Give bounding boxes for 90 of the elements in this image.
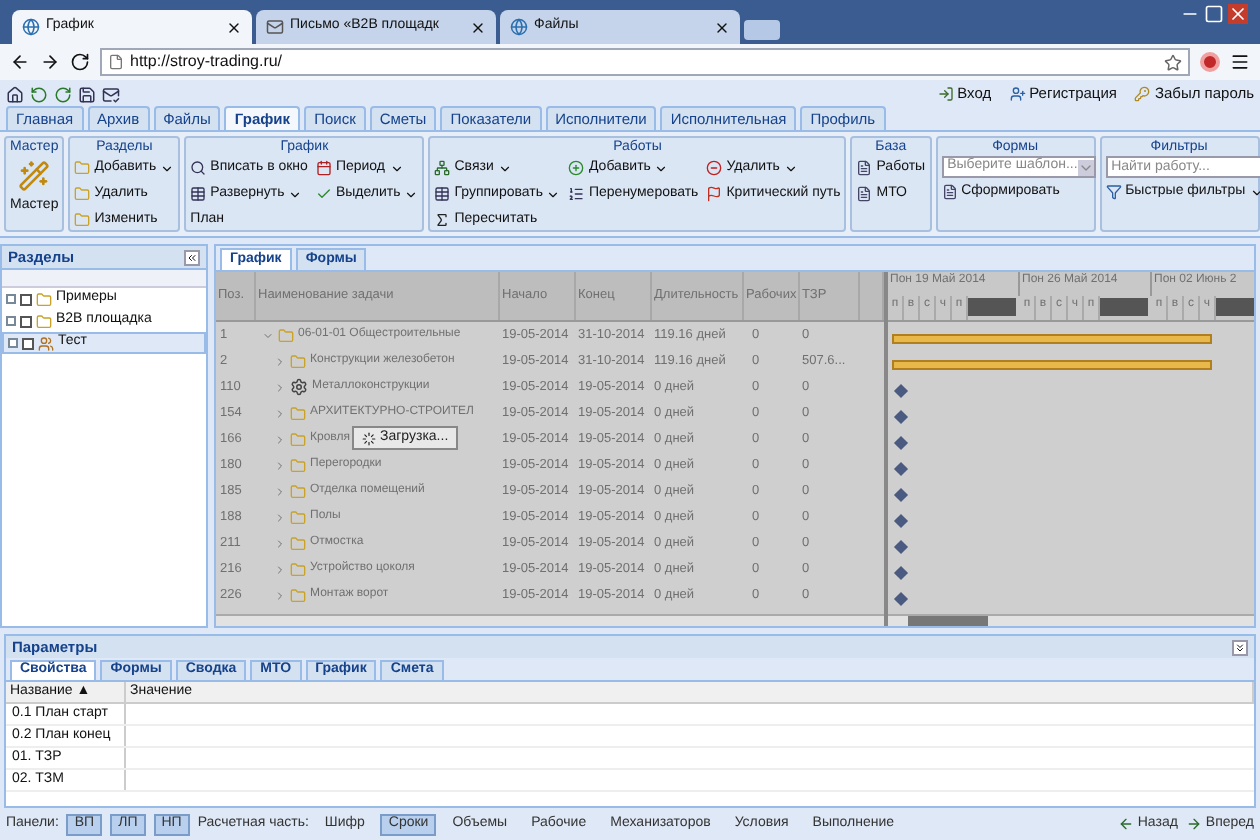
- refresh-icon[interactable]: [30, 85, 48, 103]
- folder-icon: [290, 483, 306, 499]
- search-icon: [190, 160, 207, 176]
- caret-icon: [1077, 159, 1094, 175]
- weekend-block: [1216, 297, 1254, 316]
- weekend-block: [968, 297, 1016, 316]
- document-icon: [856, 160, 873, 176]
- back-icon[interactable]: [10, 52, 30, 72]
- caret-icon: [497, 161, 512, 175]
- forward-icon[interactable]: [40, 52, 60, 72]
- filter-icon: [1105, 184, 1122, 200]
- checkbox[interactable]: [20, 293, 32, 305]
- milestone-icon[interactable]: [893, 591, 909, 607]
- redo-icon[interactable]: [54, 85, 72, 103]
- milestone-icon[interactable]: [893, 435, 909, 451]
- milestone-icon[interactable]: [893, 383, 909, 399]
- milestone-icon[interactable]: [893, 513, 909, 529]
- back-arrow-icon: [1117, 816, 1134, 832]
- flag-icon: [706, 186, 723, 202]
- checkbox[interactable]: [20, 315, 32, 327]
- milestone-icon[interactable]: [893, 487, 909, 503]
- folder-icon: [290, 509, 306, 525]
- folder-icon: [290, 457, 306, 473]
- milestone-icon[interactable]: [893, 565, 909, 581]
- caret-icon: [783, 161, 798, 175]
- folder-icon: [36, 313, 52, 329]
- folder-icon: [290, 353, 306, 369]
- users-icon: [38, 335, 54, 351]
- add-icon: [568, 160, 585, 176]
- folder-icon: [74, 160, 91, 176]
- folder-icon: [290, 535, 306, 551]
- spinner-icon: [362, 431, 376, 445]
- folder-icon: [36, 291, 52, 307]
- gear-icon: [290, 378, 308, 396]
- menu-icon[interactable]: [1230, 52, 1250, 72]
- weekend-block: [1100, 297, 1148, 316]
- bookmark-star-icon[interactable]: [1164, 53, 1182, 71]
- close-icon[interactable]: [714, 19, 730, 35]
- maximize-icon[interactable]: [1204, 4, 1224, 24]
- folder-icon: [278, 327, 294, 343]
- network-icon: [434, 160, 451, 176]
- user-icon: [1009, 86, 1026, 102]
- globe-icon: [510, 18, 528, 36]
- folder-icon: [74, 212, 91, 228]
- mail-check-icon[interactable]: [102, 85, 120, 103]
- reload-icon[interactable]: [70, 52, 90, 72]
- url-text: http://stroy-trading.ru/: [130, 50, 283, 74]
- globe-icon: [22, 18, 40, 36]
- table-icon: [190, 186, 207, 202]
- horizontal-scrollbar[interactable]: [888, 614, 1254, 626]
- save-icon[interactable]: [78, 85, 96, 103]
- milestone-icon[interactable]: [893, 461, 909, 477]
- folder-icon: [290, 561, 306, 577]
- caret-icon: [654, 161, 669, 175]
- sigma-icon: [434, 212, 451, 228]
- document-icon: [941, 184, 958, 200]
- folder-icon: [290, 431, 306, 447]
- expand-toggle[interactable]: [8, 338, 18, 348]
- home-icon[interactable]: [6, 85, 24, 103]
- close-icon[interactable]: [226, 19, 242, 35]
- milestone-icon[interactable]: [893, 409, 909, 425]
- caret-icon: [546, 187, 561, 201]
- caret-icon: [288, 187, 303, 201]
- milestone-icon[interactable]: [893, 539, 909, 555]
- table-icon: [434, 186, 451, 202]
- document-icon: [856, 186, 873, 202]
- collapse-icon[interactable]: [184, 249, 200, 265]
- login-icon: [937, 86, 954, 102]
- caret-icon: [160, 161, 175, 175]
- folder-icon: [290, 405, 306, 421]
- wand-icon: [18, 160, 51, 192]
- expand-toggle[interactable]: [6, 294, 16, 304]
- address-field[interactable]: http://stroy-trading.ru/: [100, 48, 1190, 76]
- caret-icon: [1249, 185, 1260, 199]
- forward-arrow-icon: [1185, 816, 1202, 832]
- folder-icon: [74, 186, 91, 202]
- collapse-icon[interactable]: [1232, 639, 1248, 655]
- list-icon: [568, 186, 585, 202]
- folder-icon: [290, 587, 306, 603]
- extension-icon[interactable]: [1200, 52, 1220, 72]
- page-icon: [108, 54, 124, 70]
- calendar-icon: [315, 160, 332, 176]
- close-icon[interactable]: [470, 19, 486, 35]
- checkbox[interactable]: [22, 337, 34, 349]
- horizontal-scrollbar[interactable]: [216, 614, 884, 626]
- check-icon: [315, 186, 332, 202]
- mail-icon: [266, 18, 284, 36]
- remove-icon: [706, 160, 723, 176]
- expand-toggle[interactable]: [6, 316, 16, 326]
- key-icon: [1134, 86, 1151, 102]
